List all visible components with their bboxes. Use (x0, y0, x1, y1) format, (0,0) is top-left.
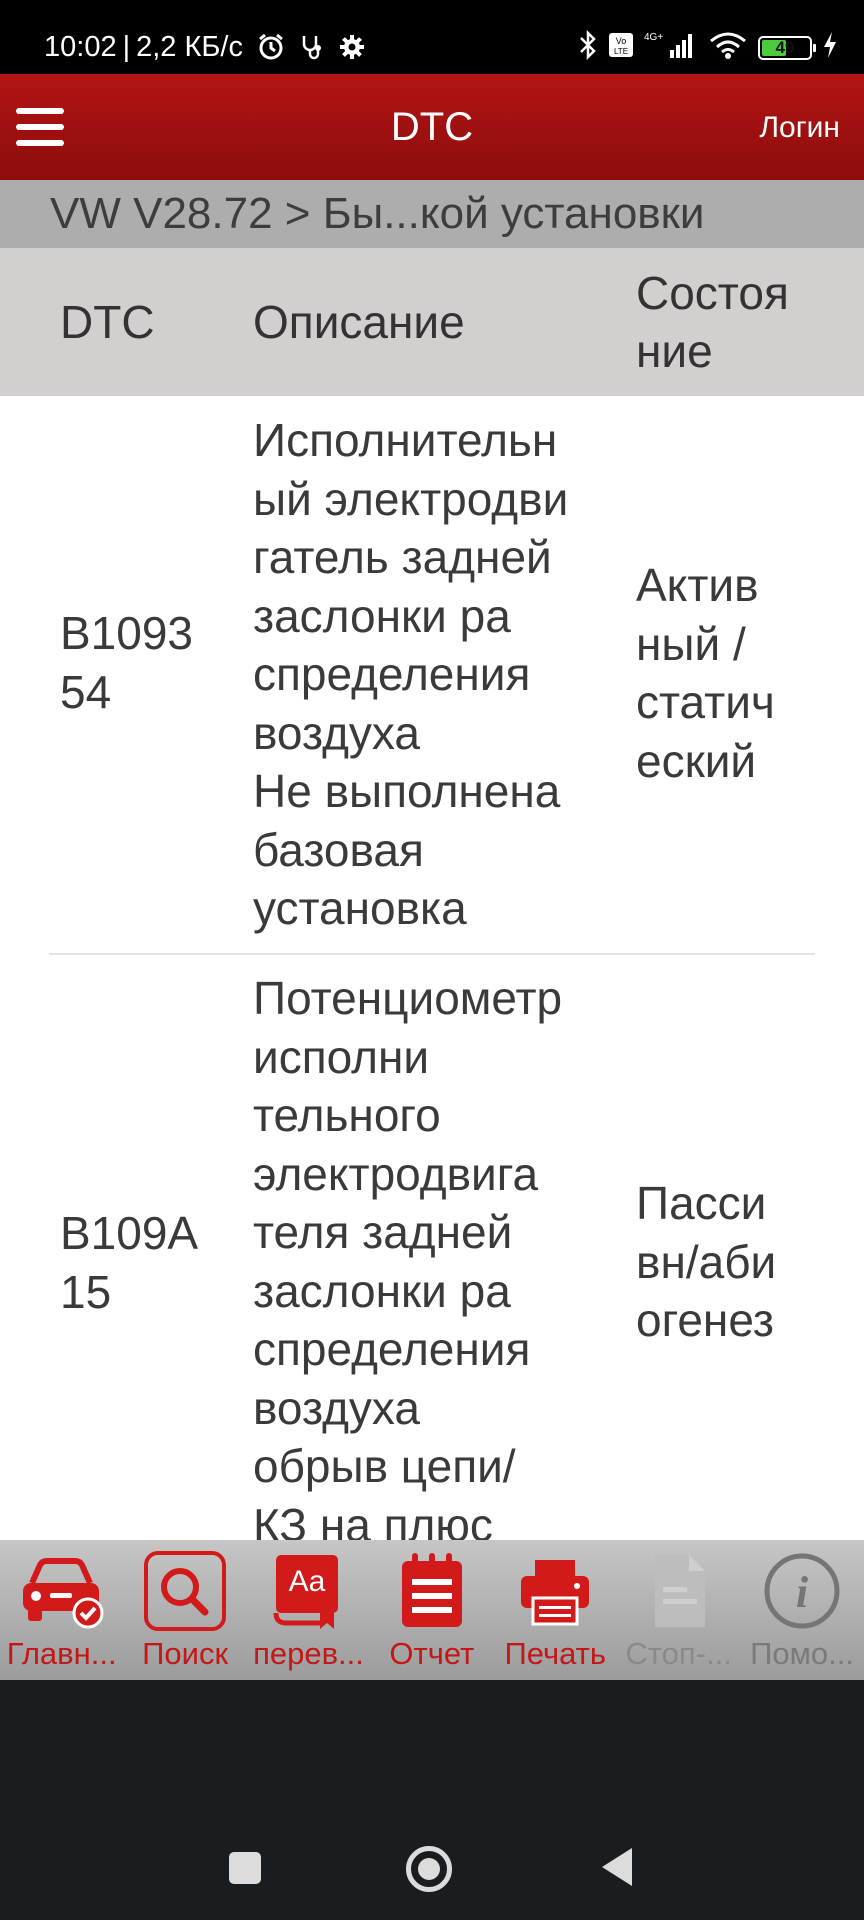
help-button[interactable]: i Помо... (740, 1540, 863, 1680)
dtc-description: Потенциометр исполни тельного электродви… (253, 969, 623, 1540)
dtc-status: Пасси вн/аби огенез (636, 1174, 836, 1350)
status-separator: | (122, 31, 131, 63)
status-line: Пасси (636, 1177, 767, 1229)
status-line: огенез (636, 1294, 774, 1346)
description-line: тельного (253, 1089, 441, 1141)
search-icon (140, 1548, 230, 1634)
dtc-table-body[interactable]: B1093 54 Исполнительн ый электродви гате… (0, 396, 864, 1540)
status-line: еский (636, 734, 757, 787)
stethoscope-icon (299, 33, 325, 61)
breadcrumb: VW V28.72 > Бы...кой установки (0, 180, 864, 248)
column-header-description: Описание (253, 296, 465, 348)
column-header-dtc: DTC (60, 296, 155, 348)
svg-text:i: i (796, 1568, 809, 1617)
gear-icon (339, 34, 365, 60)
translate-button[interactable]: Aa перев... (247, 1540, 370, 1680)
login-button[interactable]: Логин (759, 110, 840, 146)
volte-icon: Vo LTE (608, 32, 634, 63)
report-button[interactable]: Отчет (370, 1540, 493, 1680)
battery-level: 49 (775, 37, 795, 57)
status-right: Vo LTE 4G+ 49 (578, 29, 838, 65)
svg-text:Aa: Aa (289, 1565, 326, 1598)
svg-text:Vo: Vo (616, 36, 627, 46)
toolbar-label: перев... (253, 1636, 364, 1671)
description-line: теля задней (253, 1206, 513, 1258)
print-button[interactable]: Печать (494, 1540, 617, 1680)
dtc-description: Исполнительн ый электродви гатель задней… (253, 411, 623, 938)
recent-apps-icon[interactable] (229, 1852, 261, 1884)
home-button[interactable]: Главн... (0, 1540, 123, 1680)
status-line: ный / (636, 617, 746, 670)
description-line: спределения (253, 648, 531, 700)
back-triangle-icon[interactable] (602, 1848, 632, 1886)
battery-icon: 49 (758, 35, 816, 60)
description-line: установка (253, 882, 467, 934)
status-line: Актив (636, 559, 759, 611)
description-line: воздуха (253, 706, 420, 759)
translate-book-icon: Aa (263, 1548, 353, 1634)
table-row[interactable]: B109A 15 Потенциометр исполни тельного э… (0, 955, 864, 1540)
toolbar-label: Отчет (389, 1636, 475, 1671)
toolbar-label: Главн... (6, 1636, 117, 1671)
description-line: обрыв цепи/ (253, 1440, 516, 1492)
wifi-icon (708, 30, 748, 65)
toolbar-label: Поиск (142, 1636, 229, 1671)
toolbar-label: Помо... (750, 1636, 854, 1671)
table-header: DTC Описание Состоя ние (0, 248, 864, 396)
table-row[interactable]: B1093 54 Исполнительн ый электродви гате… (0, 396, 864, 954)
car-check-icon (17, 1548, 107, 1634)
description-line: электродвига (253, 1147, 539, 1200)
freeze-frame-button[interactable]: Стоп-... (617, 1540, 740, 1680)
dtc-status: Актив ный / статич еский (636, 556, 836, 790)
alarm-icon (257, 33, 285, 61)
status-time: 10:02 (44, 31, 117, 63)
description-line: ый электродви (253, 472, 569, 525)
dtc-code-line: 15 (60, 1265, 112, 1318)
dtc-code-line: 54 (60, 665, 112, 718)
column-header-status-line: ние (636, 325, 713, 377)
info-icon: i (757, 1548, 847, 1634)
column-header-status-line: Состоя (636, 267, 789, 319)
signal-4g-icon: 4G+ (644, 30, 698, 65)
svg-text:LTE: LTE (614, 47, 628, 56)
description-line: исполни (253, 1030, 430, 1083)
app-bar: DTC Логин (0, 74, 864, 180)
description-line: Не выполнена (253, 765, 561, 817)
page-title: DTC (390, 105, 474, 149)
status-line: статич (636, 676, 775, 728)
status-line: вн/аби (636, 1235, 777, 1288)
description-line: спределения (253, 1323, 531, 1375)
report-notepad-icon (387, 1548, 477, 1634)
description-line: заслонки ра (253, 589, 511, 642)
description-line: гатель задней (253, 531, 552, 583)
freeze-frame-doc-icon (634, 1548, 724, 1634)
description-line: заслонки ра (253, 1264, 511, 1317)
search-button[interactable]: Поиск (123, 1540, 246, 1680)
column-header-status: Состоя ние (636, 264, 836, 380)
bluetooth-icon (578, 29, 598, 65)
home-circle-icon[interactable] (406, 1846, 452, 1892)
dtc-code-line: B109A (60, 1207, 199, 1259)
svg-text:4G+: 4G+ (644, 32, 663, 43)
toolbar-label: Стоп-... (625, 1636, 732, 1671)
charging-icon (822, 31, 838, 64)
status-bar: 10:02 | 2,2 КБ/с Vo LTE 4G+ 49 (0, 0, 864, 74)
status-left: 10:02 | 2,2 КБ/с (44, 30, 365, 64)
printer-icon (510, 1548, 600, 1634)
description-line: Исполнительн (253, 414, 558, 466)
toolbar-label: Печать (504, 1636, 607, 1671)
dtc-code-line: B1093 (60, 607, 194, 659)
dtc-code: B109A 15 (60, 1204, 220, 1321)
description-line: воздуха (253, 1381, 420, 1434)
description-line: Потенциометр (253, 972, 563, 1024)
description-line: базовая (253, 823, 424, 876)
description-line: КЗ на плюс (253, 1498, 493, 1541)
status-net-speed: 2,2 КБ/с (136, 31, 243, 63)
bottom-toolbar: Главн... Поиск Aa перев... Отчет Печать … (0, 1540, 864, 1680)
dtc-code: B1093 54 (60, 604, 220, 721)
